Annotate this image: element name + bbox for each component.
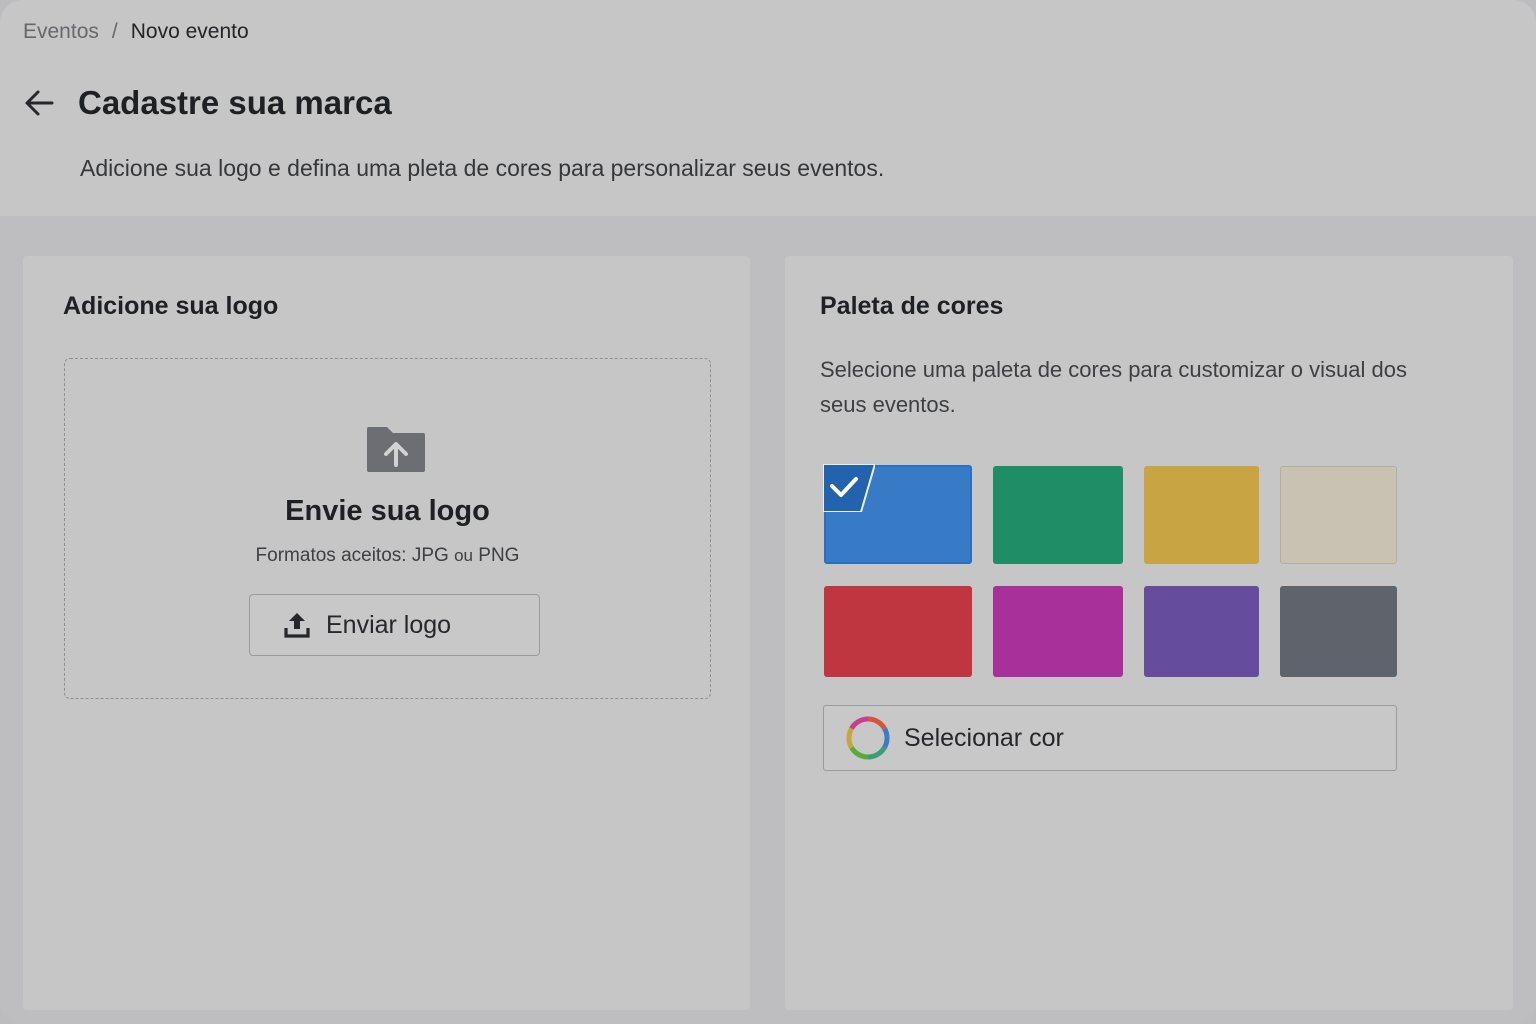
- swatch-purple[interactable]: [1144, 586, 1259, 677]
- color-wheel-icon: [846, 716, 890, 760]
- breadcrumb-separator: /: [111, 20, 118, 43]
- folder-upload-icon: [367, 427, 425, 472]
- accepted-formats: Formatos aceitos: JPG ou PNG: [65, 545, 710, 567]
- breadcrumb: Eventos / Novo evento: [23, 20, 249, 44]
- palette-card: Paleta de cores Selecione uma paleta de …: [785, 256, 1513, 1010]
- swatch-magenta[interactable]: [993, 586, 1123, 677]
- back-button[interactable]: [22, 86, 56, 120]
- select-custom-color-label: Selecionar cor: [904, 723, 1064, 752]
- dropzone-title: Envie sua logo: [285, 495, 490, 527]
- logo-card-title: Adicione sua logo: [63, 292, 279, 320]
- palette-card-title: Paleta de cores: [820, 292, 1004, 320]
- breadcrumb-eventos-link[interactable]: Eventos: [23, 20, 99, 44]
- app-frame: Eventos / Novo evento Cadastre sua marca…: [0, 0, 1536, 1024]
- upload-logo-label: Enviar logo: [326, 610, 452, 639]
- page-header: Eventos / Novo evento Cadastre sua marca…: [0, 0, 1536, 216]
- formats-prefix: Formatos aceitos: JPG: [255, 545, 449, 566]
- page-title: Cadastre sua marca: [78, 84, 392, 121]
- swatch-gray[interactable]: [1280, 586, 1397, 677]
- logo-card: Adicione sua logo Envie sua logo Formato…: [23, 256, 750, 1010]
- swatch-blue[interactable]: [823, 464, 972, 564]
- swatch-green[interactable]: [993, 466, 1123, 564]
- arrow-left-icon: [25, 90, 54, 116]
- breadcrumb-current: Novo evento: [130, 20, 249, 43]
- page-subtitle: Adicione sua logo e defina uma pleta de …: [80, 155, 885, 181]
- upload-icon: [284, 613, 310, 638]
- select-custom-color-button[interactable]: Selecionar cor: [823, 705, 1397, 771]
- upload-logo-button[interactable]: Enviar logo: [249, 594, 540, 656]
- check-icon: [823, 464, 875, 512]
- swatch-beige[interactable]: [1280, 466, 1397, 564]
- swatch-yellow[interactable]: [1144, 466, 1259, 564]
- logo-dropzone[interactable]: Envie sua logo Formatos aceitos: JPG ou …: [64, 358, 711, 699]
- formats-or: ou: [454, 546, 473, 565]
- swatch-red[interactable]: [824, 586, 972, 677]
- palette-description: Selecione uma paleta de cores para custo…: [820, 357, 1407, 417]
- formats-suffix: PNG: [478, 545, 520, 566]
